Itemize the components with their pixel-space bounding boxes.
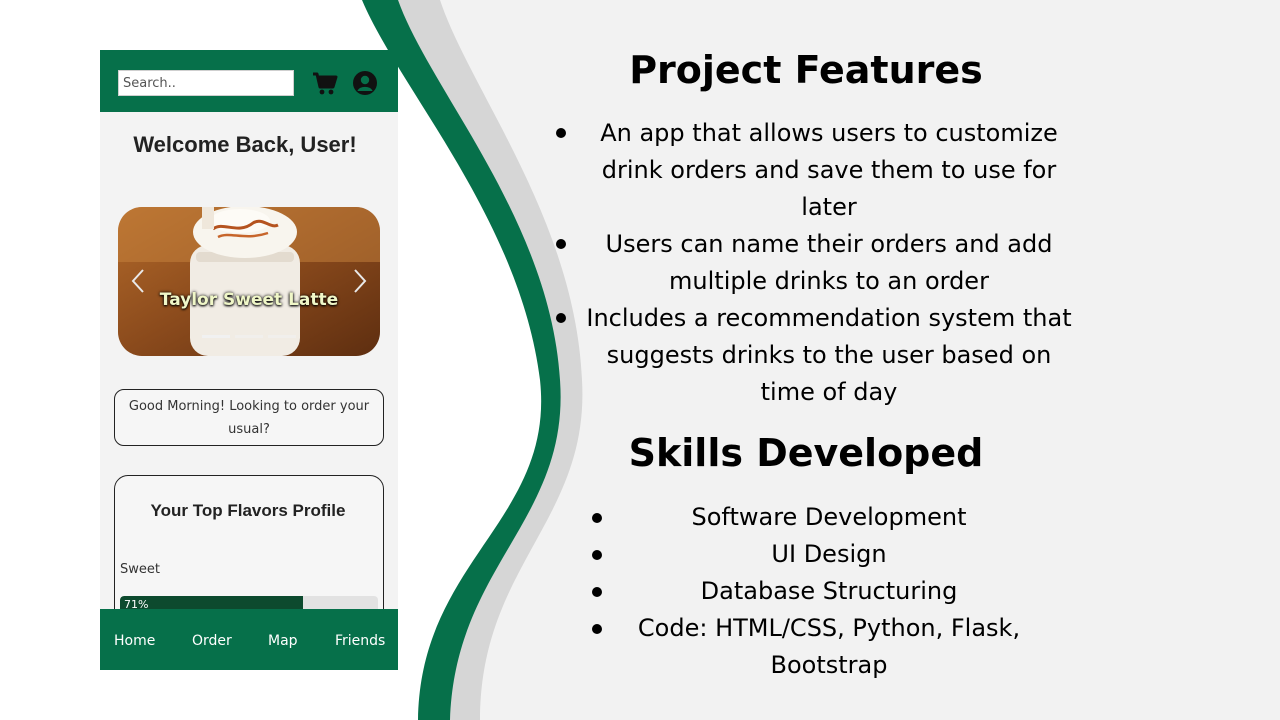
feature-item: An app that allows users to customize dr… — [600, 119, 1058, 221]
carousel-indicator[interactable] — [202, 335, 230, 338]
drink-photo — [118, 207, 380, 356]
top-bar — [100, 50, 398, 112]
carousel-caption: Taylor Sweet Latte — [159, 290, 339, 310]
bullet-icon — [556, 239, 566, 249]
bottom-nav: Home Order Map Friends — [100, 609, 398, 670]
bullet-icon — [592, 587, 602, 597]
welcome-heading: Welcome Back, User! — [133, 132, 357, 157]
drink-carousel[interactable]: Taylor Sweet Latte — [118, 207, 380, 356]
carousel-indicator[interactable] — [268, 335, 296, 338]
greeting-card[interactable]: Good Morning! Looking to order your usua… — [114, 389, 384, 446]
feature-item: Includes a recommendation system that su… — [586, 304, 1072, 406]
bullet-icon — [556, 128, 566, 138]
nav-order[interactable]: Order — [192, 633, 232, 649]
app-screenshot: Welcome Back, User! — [100, 50, 398, 670]
user-icon[interactable] — [352, 70, 378, 96]
nav-map[interactable]: Map — [268, 633, 298, 649]
features-heading: Project Features — [629, 48, 983, 92]
skills-heading: Skills Developed — [628, 431, 984, 475]
skill-item: UI Design — [771, 540, 887, 568]
bullet-icon — [592, 550, 602, 560]
feature-item: Users can name their orders and add mult… — [605, 230, 1053, 295]
flavor-label: Sweet — [120, 562, 160, 577]
nav-friends[interactable]: Friends — [335, 633, 385, 649]
bullet-icon — [556, 313, 566, 323]
cart-icon[interactable] — [312, 70, 338, 96]
greeting-text: Good Morning! Looking to order your usua… — [128, 399, 370, 437]
search-input[interactable] — [118, 70, 294, 96]
bullet-icon — [592, 624, 602, 634]
carousel-indicator[interactable] — [235, 335, 263, 338]
skill-item: Software Development — [691, 503, 967, 531]
bullet-icon — [592, 513, 602, 523]
skill-item: Database Structuring — [700, 577, 958, 605]
skill-item: Code: HTML/CSS, Python, Flask, Bootstrap — [637, 614, 1021, 679]
nav-home[interactable]: Home — [114, 633, 155, 649]
flavor-profile-title: Your Top Flavors Profile — [150, 501, 346, 520]
